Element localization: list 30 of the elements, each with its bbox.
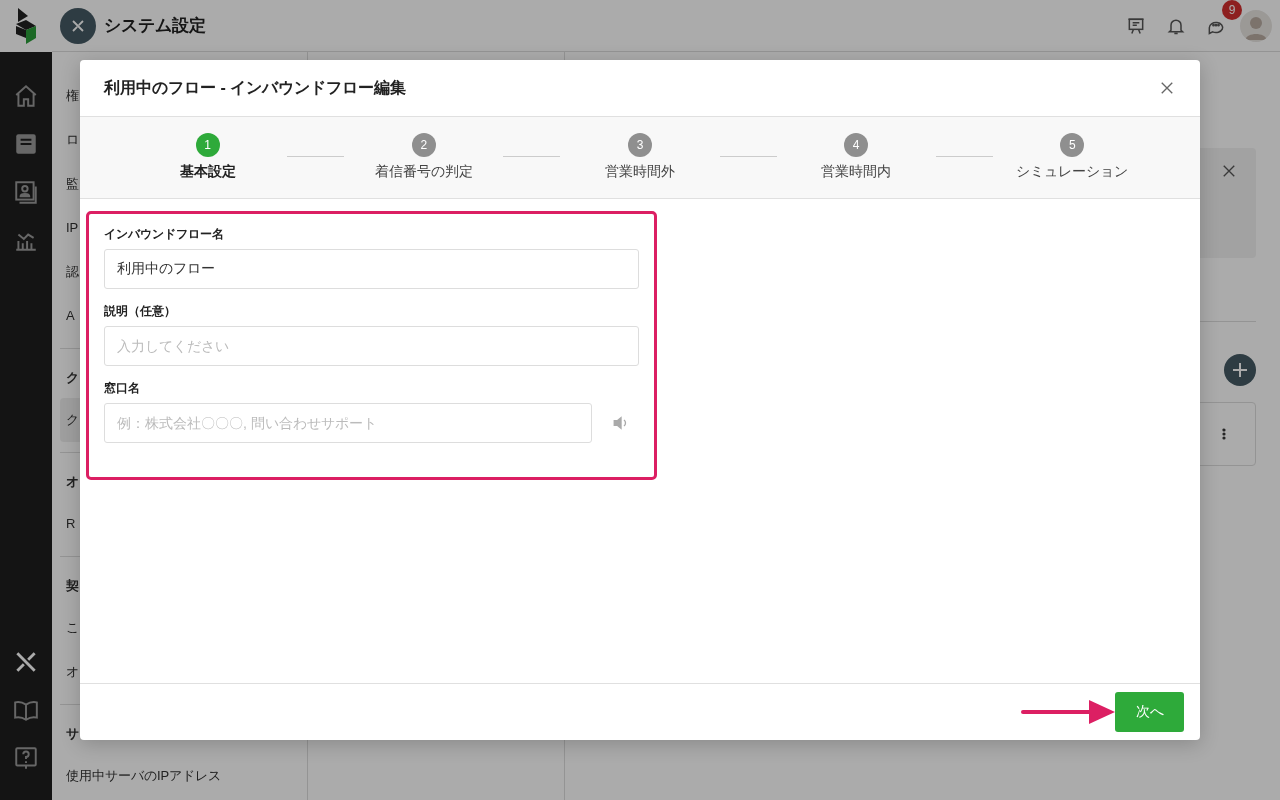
step-label: シミュレーション (1016, 163, 1129, 181)
home-icon[interactable] (13, 83, 39, 109)
dialog-title: 利用中のフロー - インバウンドフロー編集 (104, 77, 407, 98)
step-number: 3 (628, 133, 652, 157)
field-label: インバウンドフロー名 (104, 226, 225, 243)
field-label: 説明（任意） (104, 303, 177, 320)
add-button[interactable] (1224, 354, 1256, 386)
field-label: 窓口名 (104, 380, 141, 397)
menu-section-heading: 契 (65, 577, 80, 595)
logo-icon[interactable] (14, 8, 38, 44)
contact-card-icon[interactable] (13, 179, 39, 205)
plus-icon (1232, 362, 1248, 378)
step-number: 5 (1060, 133, 1085, 157)
step-label: 基本設定 (179, 163, 236, 181)
step-label: 営業時間外 (605, 163, 675, 181)
input-field[interactable]: 利用中のフロー (104, 249, 639, 289)
page-title: システム設定 (104, 15, 206, 37)
step-number: 1 (195, 133, 220, 157)
menu-section-heading: ク (65, 369, 80, 387)
menu-section-heading: オ (65, 473, 80, 491)
step-number: 4 (844, 133, 869, 157)
step-label: 着信番号の判定 (374, 163, 473, 181)
list-icon[interactable] (13, 131, 39, 157)
help-icon[interactable] (13, 745, 39, 771)
menu-section-heading: サ (65, 725, 80, 743)
step-number: 2 (411, 133, 436, 157)
notification-badge: 9 (1222, 0, 1242, 20)
step-label: 営業時間内 (821, 163, 892, 181)
input-field[interactable]: 入力してください (104, 326, 639, 366)
menu-item[interactable]: 使用中サーバのIPアドレス (60, 754, 299, 798)
